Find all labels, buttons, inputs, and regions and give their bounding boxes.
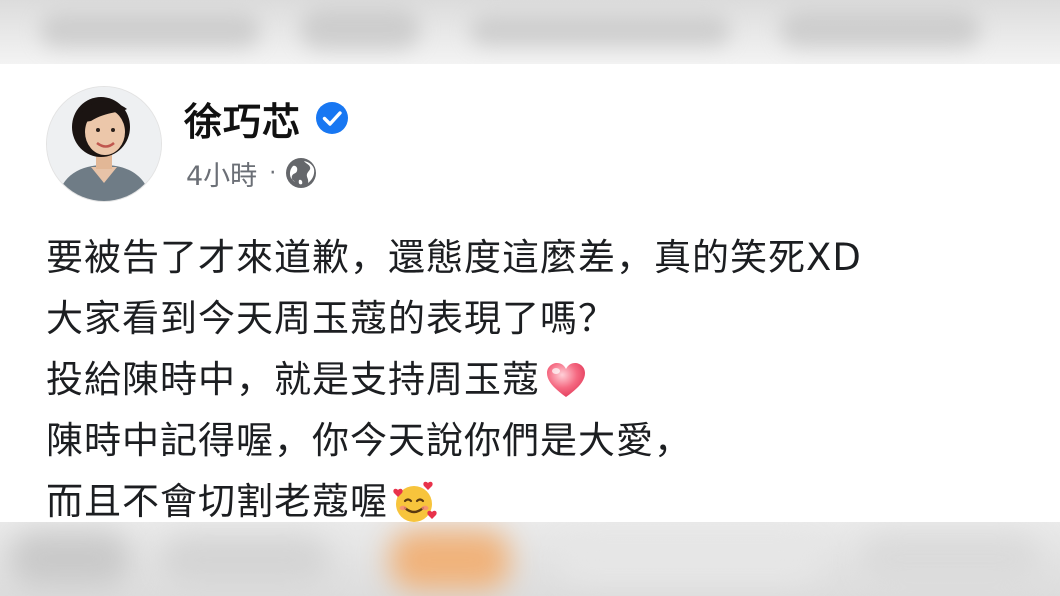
post-line-text: 投給陳時中，就是支持周玉蔻: [46, 358, 540, 401]
avatar[interactable]: [46, 86, 162, 202]
blurred-footer-region: [0, 522, 1060, 596]
author-name[interactable]: 徐巧芯: [184, 91, 301, 146]
verified-badge-icon: [316, 102, 349, 134]
profile-photo: [47, 87, 161, 201]
globe-icon[interactable]: [284, 156, 318, 190]
post-line-1: 要被告了才來道歉，還態度這麼差，真的笑死XD: [46, 227, 1046, 288]
post-line-text: 陳時中記得喔，你今天說你們是大愛，: [46, 419, 692, 462]
author-row: 徐巧芯: [184, 92, 349, 144]
post-line-2: 大家看到今天周玉蔻的表現了嗎？: [46, 288, 1046, 349]
heart-icon: [547, 362, 585, 397]
facebook-post: 徐巧芯 4小時 · 要被告了才來道歉，還態度這麼差，真的笑死XD 大家看到今天周…: [0, 64, 1060, 523]
post-timestamp[interactable]: 4小時: [186, 154, 257, 193]
post-line-text: 大家看到今天周玉蔻的表現了嗎？: [46, 297, 616, 340]
post-meta: 4小時 ·: [186, 154, 318, 193]
post-line-4: 陳時中記得喔，你今天說你們是大愛，: [46, 410, 1046, 471]
smiling-face-with-hearts-icon: [393, 481, 437, 522]
post-line-text: 要被告了才來道歉，還態度這麼差，真的笑死XD: [46, 236, 862, 279]
blurred-header-region: [0, 0, 1060, 64]
meta-separator: ·: [269, 160, 277, 186]
post-body: 要被告了才來道歉，還態度這麼差，真的笑死XD 大家看到今天周玉蔻的表現了嗎？ 投…: [46, 227, 1046, 532]
post-line-3: 投給陳時中，就是支持周玉蔻: [46, 349, 1046, 410]
screenshot: 徐巧芯 4小時 · 要被告了才來道歉，還態度這麼差，真的笑死XD 大家看到今天周…: [0, 0, 1060, 596]
